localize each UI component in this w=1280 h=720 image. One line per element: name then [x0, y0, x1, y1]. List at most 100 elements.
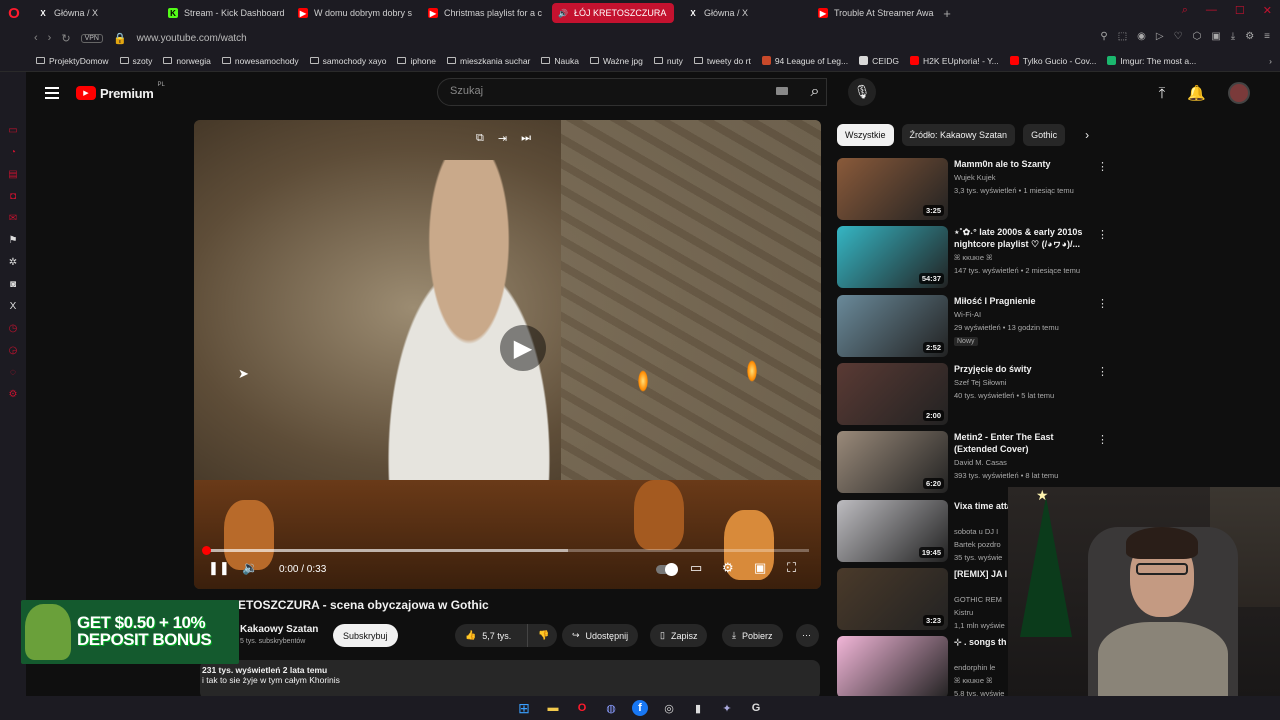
search-tabs-icon[interactable]: ⌕ — [1182, 4, 1188, 17]
g-app-icon[interactable]: G — [748, 700, 764, 716]
bookmark-item[interactable]: tweety do rt — [693, 56, 751, 66]
theater-mode-icon[interactable]: ▣ — [754, 560, 766, 576]
video-thumbnail[interactable]: 3:25 — [837, 158, 948, 220]
bookmark-item[interactable]: Imgur: The most a... — [1107, 56, 1196, 66]
more-options-icon[interactable]: ⋮ — [1097, 297, 1108, 310]
chip-source[interactable]: Źródło: Kakaowy Szatan — [901, 124, 1016, 146]
pin-icon[interactable]: ⚲ — [1100, 31, 1107, 42]
video-thumbnail[interactable]: 3:23 — [837, 568, 948, 630]
youtube-logo[interactable]: ▶ Premium PL — [76, 82, 165, 101]
browser-tab[interactable]: ▶ W domu dobrym dobry s — [292, 3, 414, 23]
share-popout-icon[interactable]: ⇥ — [498, 132, 507, 145]
bookmark-item[interactable]: Tylko Gucio - Cov... — [1009, 56, 1096, 66]
settings-icon[interactable]: ⚙ — [1245, 31, 1254, 42]
chat-icon[interactable]: ◌ — [7, 366, 19, 378]
browser-tab[interactable]: K Stream - Kick Dashboard — [162, 3, 284, 23]
discord-icon[interactable]: ◍ — [603, 700, 619, 716]
bookmark-item[interactable]: H2K EUphoria! - Y... — [910, 56, 999, 66]
vpn-badge[interactable]: VPN — [80, 33, 103, 43]
bookmark-item[interactable]: samochody xayo — [309, 56, 386, 66]
search-input[interactable]: Szukaj — [437, 78, 827, 106]
search-button[interactable]: ⌕ — [798, 78, 832, 106]
browser-tab[interactable]: ▶ Christmas playlist for a c — [422, 3, 544, 23]
subtitles-icon[interactable]: ▭ — [690, 560, 702, 576]
x-logo-icon[interactable]: X — [7, 300, 19, 312]
video-popout-icon[interactable]: ▷ — [1156, 31, 1164, 42]
autoplay-toggle[interactable] — [656, 563, 678, 576]
video-thumbnail[interactable]: 54:37 — [837, 226, 948, 288]
history-icon[interactable]: ◔ — [7, 146, 19, 158]
dislike-button[interactable]: 👎 — [527, 624, 557, 647]
minimize-icon[interactable]: — — [1206, 4, 1217, 17]
recommendation-title[interactable]: Mamm0n ale to Szanty — [954, 158, 1099, 170]
recommendation-title[interactable]: ⋆˚✿˖° late 2000s & early 2010s nightcore… — [954, 226, 1099, 250]
more-actions-button[interactable]: ⋯ — [796, 624, 819, 647]
browser-tab[interactable]: ▶ Trouble At Streamer Awar — [812, 3, 934, 23]
subscribe-button[interactable]: Subskrybuj — [333, 624, 398, 647]
screenshot-icon[interactable]: ⬚ — [1118, 31, 1127, 42]
channel-name[interactable]: Kakaowy Szatan — [240, 624, 318, 635]
bookmark-item[interactable]: 94 League of Leg... — [761, 56, 848, 66]
volume-icon[interactable]: 🔉 — [242, 560, 258, 576]
recommendation-title[interactable]: Przyjęcie do świty — [954, 363, 1099, 375]
fullscreen-icon[interactable]: ⛶ — [787, 560, 796, 576]
workspace-icon[interactable]: ▭ — [7, 124, 19, 136]
recommendation-item[interactable]: 6:20 Metin2 - Enter The East (Extended Co… — [837, 431, 1109, 493]
bookmarks-overflow-icon[interactable]: › — [1269, 56, 1272, 66]
video-thumbnail[interactable]: 6:20 — [837, 431, 948, 493]
menu-icon[interactable]: ≡ — [1264, 31, 1270, 42]
more-options-icon[interactable]: ⋮ — [1097, 365, 1108, 378]
share-button[interactable]: ↪ Udostępnij — [562, 624, 639, 647]
obs-icon[interactable]: ◎ — [661, 700, 677, 716]
camera-icon[interactable]: ◉ — [1137, 31, 1146, 42]
wallet-icon[interactable]: ▤ — [7, 168, 19, 180]
recommendation-title[interactable]: Miłość I Pragnienie — [954, 295, 1099, 307]
facebook-icon[interactable]: f — [632, 700, 648, 716]
more-options-icon[interactable]: ⋮ — [1097, 160, 1108, 173]
video-player[interactable]: ⧉ ⇥ ⏭ ▶ ❚❚ 🔉 0:00 / 0:33 ▭ ⚙ ▣ ⛶ — [194, 120, 821, 589]
file-explorer-icon[interactable]: ▬ — [545, 700, 561, 716]
hamburger-menu-icon[interactable] — [45, 87, 59, 99]
bookmark-item[interactable]: ProjektyDomow — [36, 56, 109, 66]
mail-icon[interactable]: ✉ — [7, 212, 19, 224]
avatar[interactable] — [1228, 82, 1250, 104]
forward-icon[interactable]: › — [48, 32, 52, 44]
browser-tab-active[interactable]: 🔊 ŁÓJ KRETOSZCZURA — [552, 3, 674, 23]
skip-icon[interactable]: ⏭ — [521, 132, 531, 145]
windows-start-icon[interactable]: ⊞ — [516, 700, 532, 716]
recommendation-item[interactable]: 2:00 Przyjęcie do świty Szef Tej Siłowni 40… — [837, 363, 1109, 425]
upload-icon[interactable]: ⤒ — [1159, 85, 1166, 102]
twitch-icon[interactable]: ◙ — [7, 278, 19, 290]
recommendation-item[interactable]: 2:52 Miłość I Pragnienie Wi-Fi-AI 29 wyświe… — [837, 295, 1109, 357]
browser-tab[interactable]: X Główna / X — [32, 3, 154, 23]
history-clock-icon[interactable]: ◶ — [7, 344, 19, 356]
keyboard-icon[interactable] — [776, 87, 788, 95]
terminal-icon[interactable]: ▮ — [690, 700, 706, 716]
close-icon[interactable]: ✕ — [1263, 4, 1272, 17]
wallet-icon[interactable]: ▣ — [1211, 31, 1220, 42]
browser-tab[interactable]: X Główna / X — [682, 3, 804, 23]
big-play-button[interactable]: ▶ — [500, 325, 546, 371]
extensions-icon[interactable]: ⬡ — [1193, 31, 1202, 42]
clock-icon[interactable]: ◷ — [7, 322, 19, 334]
opera-gx-icon[interactable]: O — [574, 700, 590, 716]
recommendation-title[interactable]: Metin2 - Enter The East (Extended Cover) — [954, 431, 1099, 455]
more-options-icon[interactable]: ⋮ — [1097, 433, 1108, 446]
more-options-icon[interactable]: ⋮ — [1097, 228, 1108, 241]
messenger-icon[interactable]: ◘ — [7, 190, 19, 202]
like-button[interactable]: 👍 5,7 tys. — [455, 624, 527, 647]
chatgpt-icon[interactable]: ✲ — [7, 256, 19, 268]
bookmark-item[interactable]: iphone — [397, 56, 436, 66]
opera-menu-icon[interactable]: O — [0, 0, 28, 26]
chip-gothic[interactable]: Gothic — [1023, 124, 1066, 146]
bookmark-item[interactable]: nowesamochody — [221, 56, 299, 66]
tools-icon[interactable]: ⚑ — [7, 234, 19, 246]
url-field[interactable]: www.youtube.com/watch — [137, 33, 247, 44]
video-thumbnail[interactable]: 19:45 — [837, 500, 948, 562]
recommendation-item[interactable]: 3:25 Mamm0n ale to Szanty Wujek Kujek 3,3 t… — [837, 158, 1109, 220]
save-button[interactable]: ▯ Zapisz — [650, 624, 708, 647]
video-thumbnail[interactable]: 2:52 — [837, 295, 948, 357]
reload-icon[interactable]: ↻ — [61, 32, 70, 45]
miniplayer-icon[interactable]: ⧉ — [476, 132, 484, 145]
bookmark-item[interactable]: mieszkania suchar — [447, 56, 530, 66]
